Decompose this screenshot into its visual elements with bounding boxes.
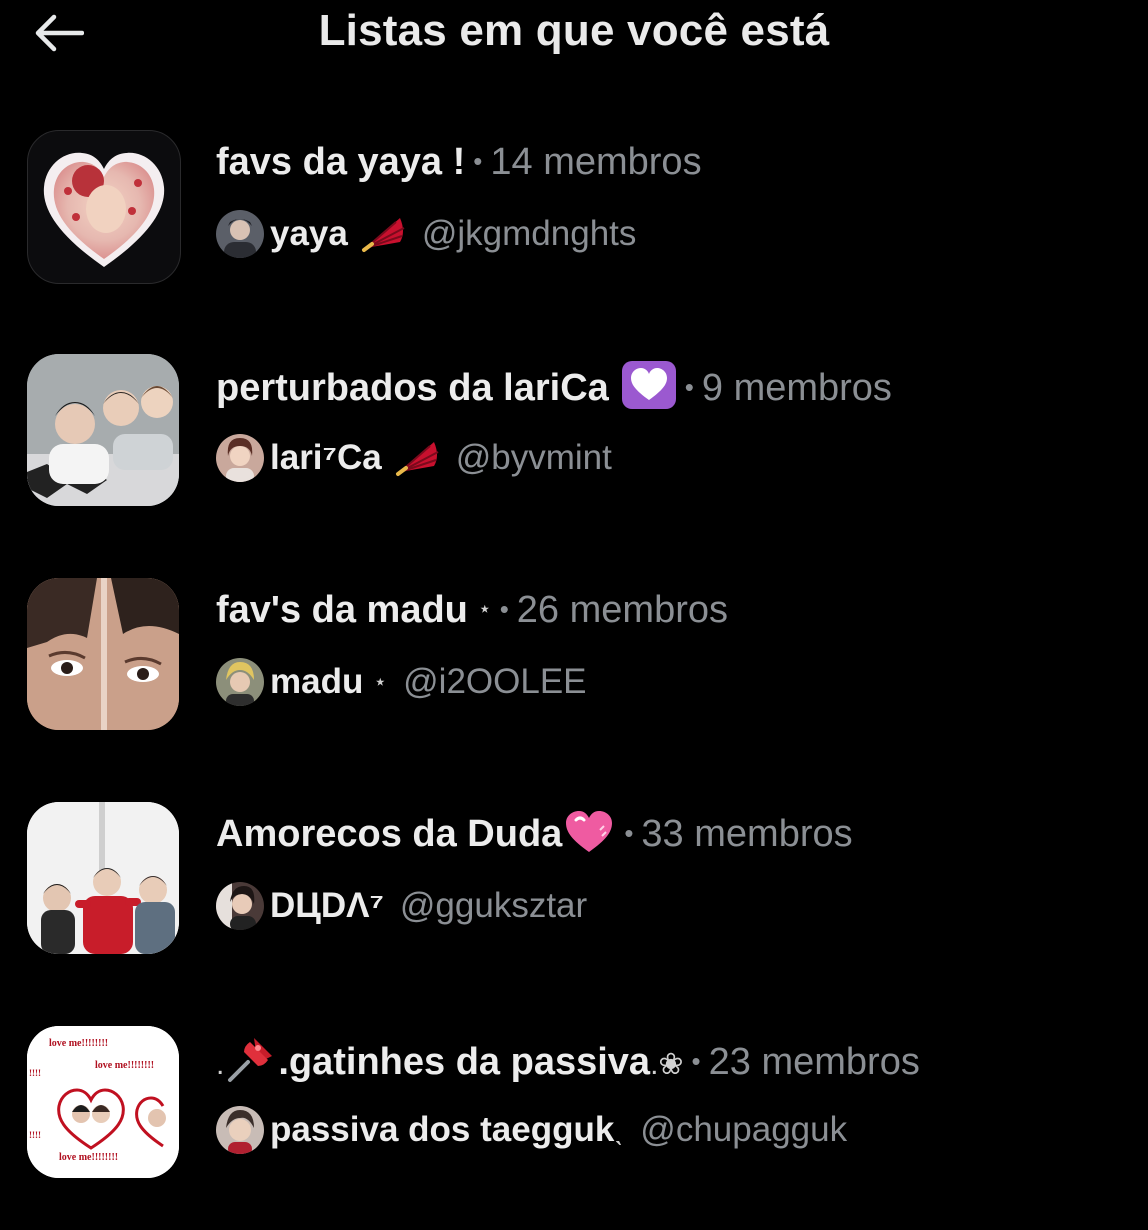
pushpin-emoji	[224, 1032, 278, 1086]
owner-name: madu	[270, 662, 364, 701]
member-count: 26 membros	[516, 589, 728, 631]
list-item[interactable]: perturbados da lariCa • 9 membros lari⁷Ca…	[0, 334, 1148, 558]
owner-handle: @chupagguk	[640, 1110, 848, 1149]
exclamation-marks: !!!!	[29, 1068, 41, 1078]
list-item[interactable]: Amorecos da Duda • 33 membros DЦDΛ⁷ @gguk…	[0, 782, 1148, 1006]
list-thumbnail	[27, 130, 181, 284]
owner-suffix: ˎ	[614, 1113, 625, 1146]
list-name: .gatinhes da passiva	[278, 1041, 651, 1083]
page-title: Listas em que você está	[318, 6, 830, 55]
list-thumbnail	[27, 802, 179, 954]
member-count: 9 membros	[701, 367, 892, 409]
avatar	[216, 434, 264, 482]
love-me-text: love me!!!!!!!!	[49, 1038, 108, 1049]
list-thumbnail	[27, 578, 179, 730]
list-item[interactable]: favs da yaya ! • 14 membros yaya @jkgmdngh…	[0, 110, 1148, 334]
list-name: favs da yaya !	[216, 141, 466, 183]
avatar	[216, 882, 264, 930]
list-name: fav's da madu	[216, 589, 468, 631]
owner-handle: @gguksztar	[399, 886, 588, 925]
avatar	[216, 210, 264, 258]
list-name: Amorecos da Duda	[216, 813, 563, 855]
separator-dot: •	[691, 1046, 701, 1076]
member-count: 14 membros	[490, 141, 702, 183]
owner-name: DЦDΛ⁷	[270, 886, 384, 925]
avatar	[216, 1106, 264, 1154]
separator-dot: •	[624, 818, 634, 848]
list-item[interactable]: fav's da madu ⋆ • 26 membros madu ⋆ @i2OOLE…	[0, 558, 1148, 782]
top-bar: Listas em que você está	[0, 0, 1148, 70]
star-decoration: ⋆	[477, 596, 492, 621]
owner-handle: @i2OOLEE	[403, 662, 587, 701]
exclamation-marks: !!!!	[29, 1130, 41, 1140]
owner-name: passiva dos taegguk	[270, 1110, 615, 1149]
owner-name: yaya	[270, 214, 348, 253]
flower-decoration: .❀	[650, 1048, 684, 1081]
name-prefix: .	[216, 1048, 225, 1081]
avatar	[216, 658, 264, 706]
folding-fan-icon	[360, 214, 406, 254]
list-item[interactable]: love me!!!!!!!! love me!!!!!!!! love me!…	[0, 1006, 1148, 1230]
list-thumbnail: love me!!!!!!!! love me!!!!!!!! love me!…	[27, 1026, 179, 1178]
lists-container: favs da yaya ! • 14 membros yaya @jkgmdngh…	[0, 110, 1148, 1230]
owner-handle: @byvmint	[455, 438, 612, 477]
separator-dot: •	[473, 146, 483, 176]
separator-dot: •	[499, 594, 509, 624]
star-decoration: ⋆	[373, 669, 388, 694]
love-me-text: love me!!!!!!!!	[95, 1060, 154, 1071]
folding-fan-icon	[394, 438, 440, 478]
owner-name: lari⁷Ca	[270, 438, 382, 477]
pink-heart-emoji	[562, 808, 616, 856]
separator-dot: •	[684, 372, 694, 402]
love-me-text: love me!!!!!!!!	[59, 1152, 118, 1163]
white-heart-emoji	[621, 360, 677, 410]
list-name: perturbados da lariCa	[216, 367, 609, 409]
member-count: 23 membros	[708, 1041, 920, 1083]
member-count: 33 membros	[641, 813, 853, 855]
list-thumbnail	[27, 354, 179, 506]
owner-handle: @jkgmdnghts	[421, 214, 637, 253]
